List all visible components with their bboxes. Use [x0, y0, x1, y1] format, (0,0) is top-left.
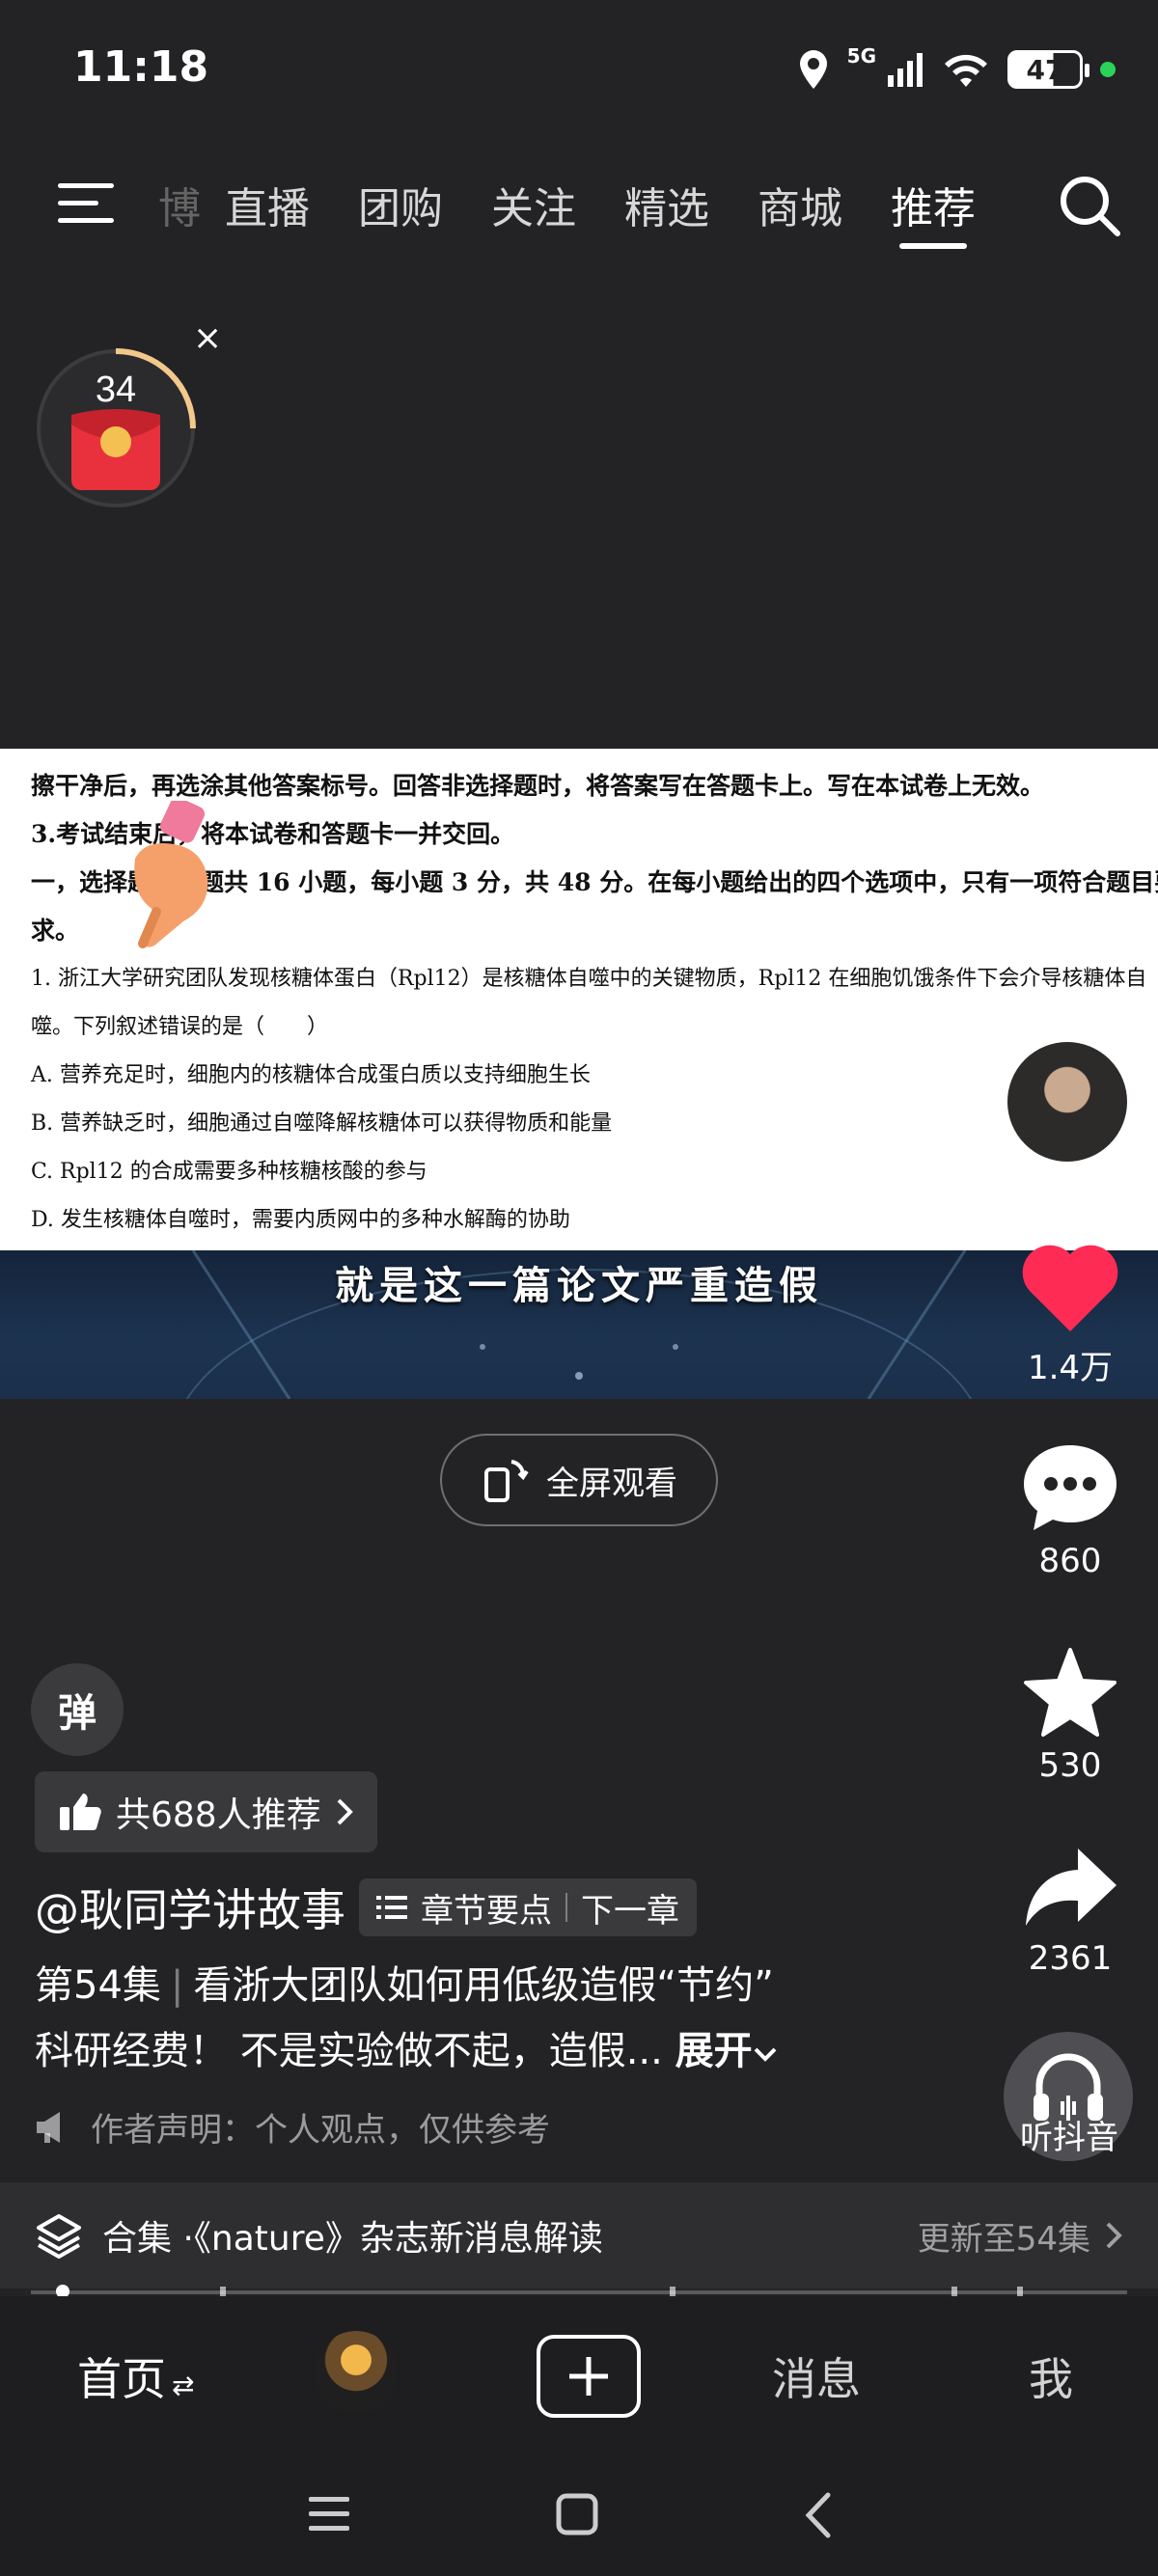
author-disclaimer: 作者声明：个人观点，仅供参考: [35, 2103, 550, 2151]
expand-button[interactable]: 展开: [676, 2029, 778, 2073]
red-packet-widget[interactable]: 34: [33, 345, 199, 511]
tab-live[interactable]: 直播: [201, 164, 334, 253]
nav-tabs: 博 直播 团购 关注 精选 商城 推荐: [151, 164, 1000, 253]
share-button[interactable]: 2361: [998, 1843, 1143, 1978]
chapter-pill[interactable]: 章节要点 下一章: [359, 1878, 697, 1936]
paper-line: B. 营养缺乏时，细胞通过自噬降解核糖体可以获得物质和能量: [31, 1111, 613, 1136]
chevron-right-icon: [337, 1798, 353, 1825]
share-arrow-icon: [1026, 1849, 1117, 1926]
swap-icon: ⇄: [172, 2370, 195, 2401]
collection-update-label: 更新至54集: [917, 2219, 1090, 2259]
wifi-icon: [945, 54, 987, 87]
tab-weibo[interactable]: 博: [151, 164, 201, 253]
star-icon: [1024, 1648, 1117, 1737]
tab-home-label: 首页: [77, 2353, 166, 2405]
author-name[interactable]: @耿同学讲故事: [35, 1876, 345, 1939]
disclaimer-text: 作者声明：个人观点，仅供参考: [91, 2111, 550, 2150]
menu-icon[interactable]: [58, 179, 118, 228]
list-icon: [376, 1896, 407, 1919]
tab-following[interactable]: 关注: [467, 164, 600, 253]
thumbs-up-icon: [60, 1794, 101, 1830]
description-line2: 科研经费！ 不是实验做不起，造假...: [35, 2029, 663, 2073]
collection-bar[interactable]: 合集 ·《nature》杂志新消息解读 更新至54集: [0, 2182, 1158, 2288]
paper-line: C. Rpl12 的合成需要多种核糖核酸的参与: [31, 1160, 427, 1184]
video-description[interactable]: 第54集 | 看浙大团队如何用低级造假“节约” 科研经费！ 不是实验做不起，造假..…: [35, 1953, 961, 2084]
video-subtitle: 就是这一篇论文严重造假: [335, 1264, 823, 1308]
battery-icon: 47: [1007, 50, 1089, 89]
search-icon[interactable]: [1056, 172, 1123, 239]
recommend-label: 共688人推荐: [116, 1795, 321, 1835]
tab-home[interactable]: 首页 ⇄: [77, 2344, 194, 2408]
megaphone-icon: [37, 2111, 60, 2143]
red-packet-count: 34: [96, 370, 136, 410]
favorite-count: 530: [1038, 1746, 1102, 1785]
chapter-marker: [220, 2287, 226, 2296]
episode-label: 第54集: [35, 1963, 161, 2008]
collection-update: 更新至54集: [918, 2212, 1123, 2260]
favorite-button[interactable]: 530: [998, 1646, 1143, 1785]
paper-line: A. 营养充足时，细胞内的核糖体合成蛋白质以支持细胞生长: [31, 1063, 591, 1087]
tab-recommend[interactable]: 推荐: [867, 164, 1000, 253]
home-icon[interactable]: [556, 2493, 598, 2535]
tab-messages[interactable]: 消息: [772, 2344, 861, 2408]
status-bar: 11:18 5G 47: [0, 0, 1158, 135]
tab-me[interactable]: 我: [1029, 2344, 1073, 2408]
fullscreen-label: 全屏观看: [546, 1464, 677, 1503]
red-packet-icon: 34: [37, 348, 196, 507]
paper-line: 1. 浙江大学研究团队发现核糖体蛋白（Rpl12）是核糖体自噬中的关键物质，Rp…: [31, 967, 1147, 991]
status-time: 11:18: [73, 42, 209, 92]
tab-featured[interactable]: 精选: [600, 164, 733, 253]
comment-count: 860: [1038, 1542, 1102, 1580]
status-icons: 5G 47: [797, 42, 1116, 96]
tab-mall[interactable]: 商城: [733, 164, 867, 253]
back-icon[interactable]: [801, 2491, 834, 2539]
chapter-marker: [951, 2287, 957, 2296]
like-button[interactable]: 1.4万: [998, 1245, 1143, 1388]
privacy-indicator: [1100, 62, 1116, 77]
red-packet-close-icon[interactable]: ×: [193, 318, 222, 358]
danmu-toggle-button[interactable]: 弹: [31, 1663, 124, 1756]
expand-label: 展开: [675, 2029, 753, 2073]
recommend-pill[interactable]: 共688人推荐: [35, 1771, 377, 1852]
creator-avatar[interactable]: [1004, 1038, 1131, 1165]
heart-icon: [1022, 1245, 1118, 1331]
share-count: 2361: [1028, 1939, 1113, 1978]
collection-title: 合集 ·《nature》杂志新消息解读: [102, 2219, 603, 2259]
listen-label: 听抖音: [1020, 2119, 1118, 2157]
tab-group-buy[interactable]: 团购: [334, 164, 467, 253]
pointing-hand-icon: [134, 801, 208, 948]
divider: |: [170, 1963, 184, 2008]
chevron-down-icon: [754, 2047, 776, 2062]
paper-line: 噬。下列叙述错误的是（ ）: [31, 1015, 329, 1039]
like-count: 1.4万: [1027, 1349, 1114, 1387]
battery-level: 47: [1026, 53, 1064, 86]
author-row: @耿同学讲故事 章节要点 下一章: [35, 1876, 697, 1939]
paper-line: D. 发生核糖体自噬时，需要内质网中的多种水解酶的协助: [31, 1208, 570, 1232]
chapter-points-label[interactable]: 章节要点: [421, 1884, 552, 1932]
recents-icon[interactable]: [307, 2493, 351, 2535]
comment-icon: [1024, 1445, 1117, 1530]
layers-icon: [37, 2214, 81, 2259]
location-icon: [799, 50, 827, 89]
chapter-marker: [1017, 2287, 1023, 2296]
signal-icon: [888, 53, 923, 87]
rotate-screen-icon: [484, 1460, 529, 1502]
divider: [565, 1893, 567, 1922]
add-video-button[interactable]: [537, 2335, 641, 2418]
chapter-marker: [670, 2287, 676, 2296]
system-navigation-bar: [0, 2456, 1158, 2576]
comment-button[interactable]: 860: [998, 1441, 1143, 1580]
next-chapter-label[interactable]: 下一章: [581, 1884, 679, 1932]
fullscreen-button[interactable]: 全屏观看: [440, 1434, 718, 1526]
network-type: 5G: [846, 44, 876, 68]
chevron-right-icon: [1106, 2222, 1122, 2249]
tab-friends-avatar[interactable]: [315, 2331, 398, 2414]
top-nav: 博 直播 团购 关注 精选 商城 推荐: [0, 164, 1158, 270]
description-line1: 看浙大团队如何用低级造假“节约”: [193, 1963, 774, 2008]
bottom-tab-bar: 首页 ⇄ 消息 我: [0, 2296, 1158, 2456]
video-progress-bar[interactable]: [31, 2290, 1127, 2294]
